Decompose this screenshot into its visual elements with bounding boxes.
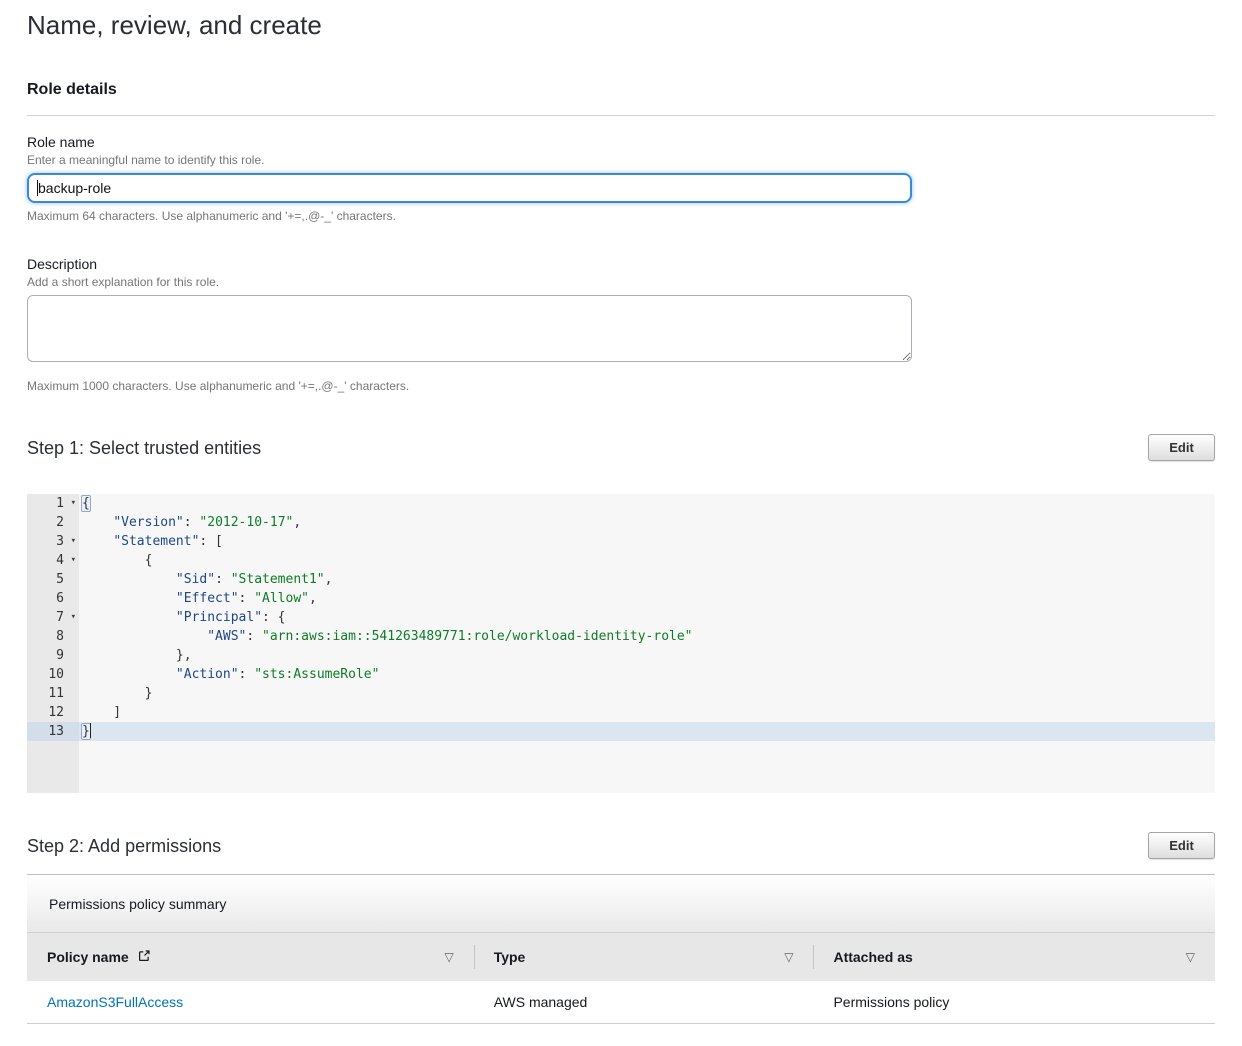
- role-name-label: Role name: [27, 134, 1215, 151]
- column-header-policy-name[interactable]: Policy name ▽: [27, 933, 474, 981]
- fold-arrow-icon[interactable]: ▾: [71, 551, 76, 570]
- editor-line[interactable]: 10 "Action": "sts:AssumeRole": [27, 665, 1215, 684]
- column-header-type[interactable]: Type ▽: [474, 933, 814, 981]
- code-text: {: [79, 494, 1215, 513]
- description-label: Description: [27, 256, 1215, 273]
- step2-heading: Step 2: Add permissions: [27, 835, 221, 857]
- step2-edit-button[interactable]: Edit: [1148, 832, 1215, 859]
- trust-policy-editor[interactable]: 1▾{2 "Version": "2012-10-17",3▾ "Stateme…: [27, 494, 1215, 793]
- code-text: ]: [79, 703, 1215, 722]
- policy-name-link[interactable]: AmazonS3FullAccess: [47, 994, 183, 1010]
- step1-header-row: Step 1: Select trusted entities Edit: [27, 434, 1215, 461]
- policy-name-header-label: Policy name: [47, 949, 129, 965]
- external-link-icon: [138, 949, 151, 965]
- code-text: "Effect": "Allow",: [79, 589, 1215, 608]
- editor-line[interactable]: 7▾ "Principal": {: [27, 608, 1215, 627]
- code-text: "AWS": "arn:aws:iam::541263489771:role/w…: [79, 627, 1215, 646]
- editor-line[interactable]: 6 "Effect": "Allow",: [27, 589, 1215, 608]
- column-header-attached-as[interactable]: Attached as ▽: [813, 933, 1215, 981]
- code-text: },: [79, 646, 1215, 665]
- policy-type-cell: AWS managed: [474, 981, 814, 1023]
- description-constraint: Maximum 1000 characters. Use alphanumeri…: [27, 379, 1215, 393]
- editor-line[interactable]: 2 "Version": "2012-10-17",: [27, 513, 1215, 532]
- line-number: 11: [27, 684, 79, 703]
- code-text: "Version": "2012-10-17",: [79, 513, 1215, 532]
- permissions-summary-panel: Permissions policy summary Policy name ▽…: [27, 874, 1215, 1024]
- line-number: 1▾: [27, 494, 79, 513]
- description-help: Add a short explanation for this role.: [27, 275, 1215, 289]
- editor-line[interactable]: 3▾ "Statement": [: [27, 532, 1215, 551]
- code-text: "Statement": [: [79, 532, 1215, 551]
- line-number: 3▾: [27, 532, 79, 551]
- line-number: 7▾: [27, 608, 79, 627]
- role-details-heading: Role details: [27, 80, 1215, 99]
- editor-line[interactable]: 5 "Sid": "Statement1",: [27, 570, 1215, 589]
- policy-table-header: Policy name ▽ Type ▽ Attached as ▽: [27, 932, 1215, 981]
- permissions-summary-title: Permissions policy summary: [27, 875, 1215, 932]
- line-number: 5: [27, 570, 79, 589]
- section-divider: [27, 115, 1215, 116]
- line-number: 12: [27, 703, 79, 722]
- fold-arrow-icon[interactable]: ▾: [71, 608, 76, 627]
- editor-line[interactable]: 9 },: [27, 646, 1215, 665]
- line-number: 9: [27, 646, 79, 665]
- code-text: }: [79, 684, 1215, 703]
- role-name-constraint: Maximum 64 characters. Use alphanumeric …: [27, 209, 1215, 223]
- editor-line[interactable]: 8 "AWS": "arn:aws:iam::541263489771:role…: [27, 627, 1215, 646]
- line-number: 10: [27, 665, 79, 684]
- code-text: "Sid": "Statement1",: [79, 570, 1215, 589]
- editor-lines: 1▾{2 "Version": "2012-10-17",3▾ "Stateme…: [27, 494, 1215, 741]
- sort-icon[interactable]: ▽: [784, 950, 793, 964]
- editor-caret: [90, 723, 91, 738]
- code-text: {: [79, 551, 1215, 570]
- editor-line[interactable]: 4▾ {: [27, 551, 1215, 570]
- line-number: 2: [27, 513, 79, 532]
- role-name-help: Enter a meaningful name to identify this…: [27, 153, 1215, 167]
- editor-line[interactable]: 13}: [27, 722, 1215, 741]
- line-number: 6: [27, 589, 79, 608]
- fold-arrow-icon[interactable]: ▾: [71, 532, 76, 551]
- editor-line[interactable]: 11 }: [27, 684, 1215, 703]
- code-text: "Action": "sts:AssumeRole": [79, 665, 1215, 684]
- type-header-label: Type: [494, 949, 526, 965]
- attached-as-header-label: Attached as: [833, 949, 912, 965]
- editor-line[interactable]: 12 ]: [27, 703, 1215, 722]
- step2-header-row: Step 2: Add permissions Edit: [27, 832, 1215, 859]
- editor-line[interactable]: 1▾{: [27, 494, 1215, 513]
- policy-attached-as-cell: Permissions policy: [813, 981, 1215, 1023]
- code-text: }: [79, 722, 1215, 741]
- role-name-input-wrap: [27, 173, 912, 203]
- step1-heading: Step 1: Select trusted entities: [27, 437, 261, 459]
- code-text: "Principal": {: [79, 608, 1215, 627]
- sort-icon[interactable]: ▽: [444, 950, 453, 964]
- description-textarea[interactable]: [27, 295, 912, 362]
- line-number: 8: [27, 627, 79, 646]
- role-name-input[interactable]: [27, 173, 912, 203]
- line-number: 4▾: [27, 551, 79, 570]
- policy-table-row: AmazonS3FullAccess AWS managed Permissio…: [27, 981, 1215, 1024]
- sort-icon[interactable]: ▽: [1186, 950, 1195, 964]
- step1-edit-button[interactable]: Edit: [1148, 434, 1215, 461]
- fold-arrow-icon[interactable]: ▾: [71, 494, 76, 513]
- page-title: Name, review, and create: [27, 9, 1215, 42]
- line-number: 13: [27, 722, 79, 741]
- text-caret: [37, 180, 38, 196]
